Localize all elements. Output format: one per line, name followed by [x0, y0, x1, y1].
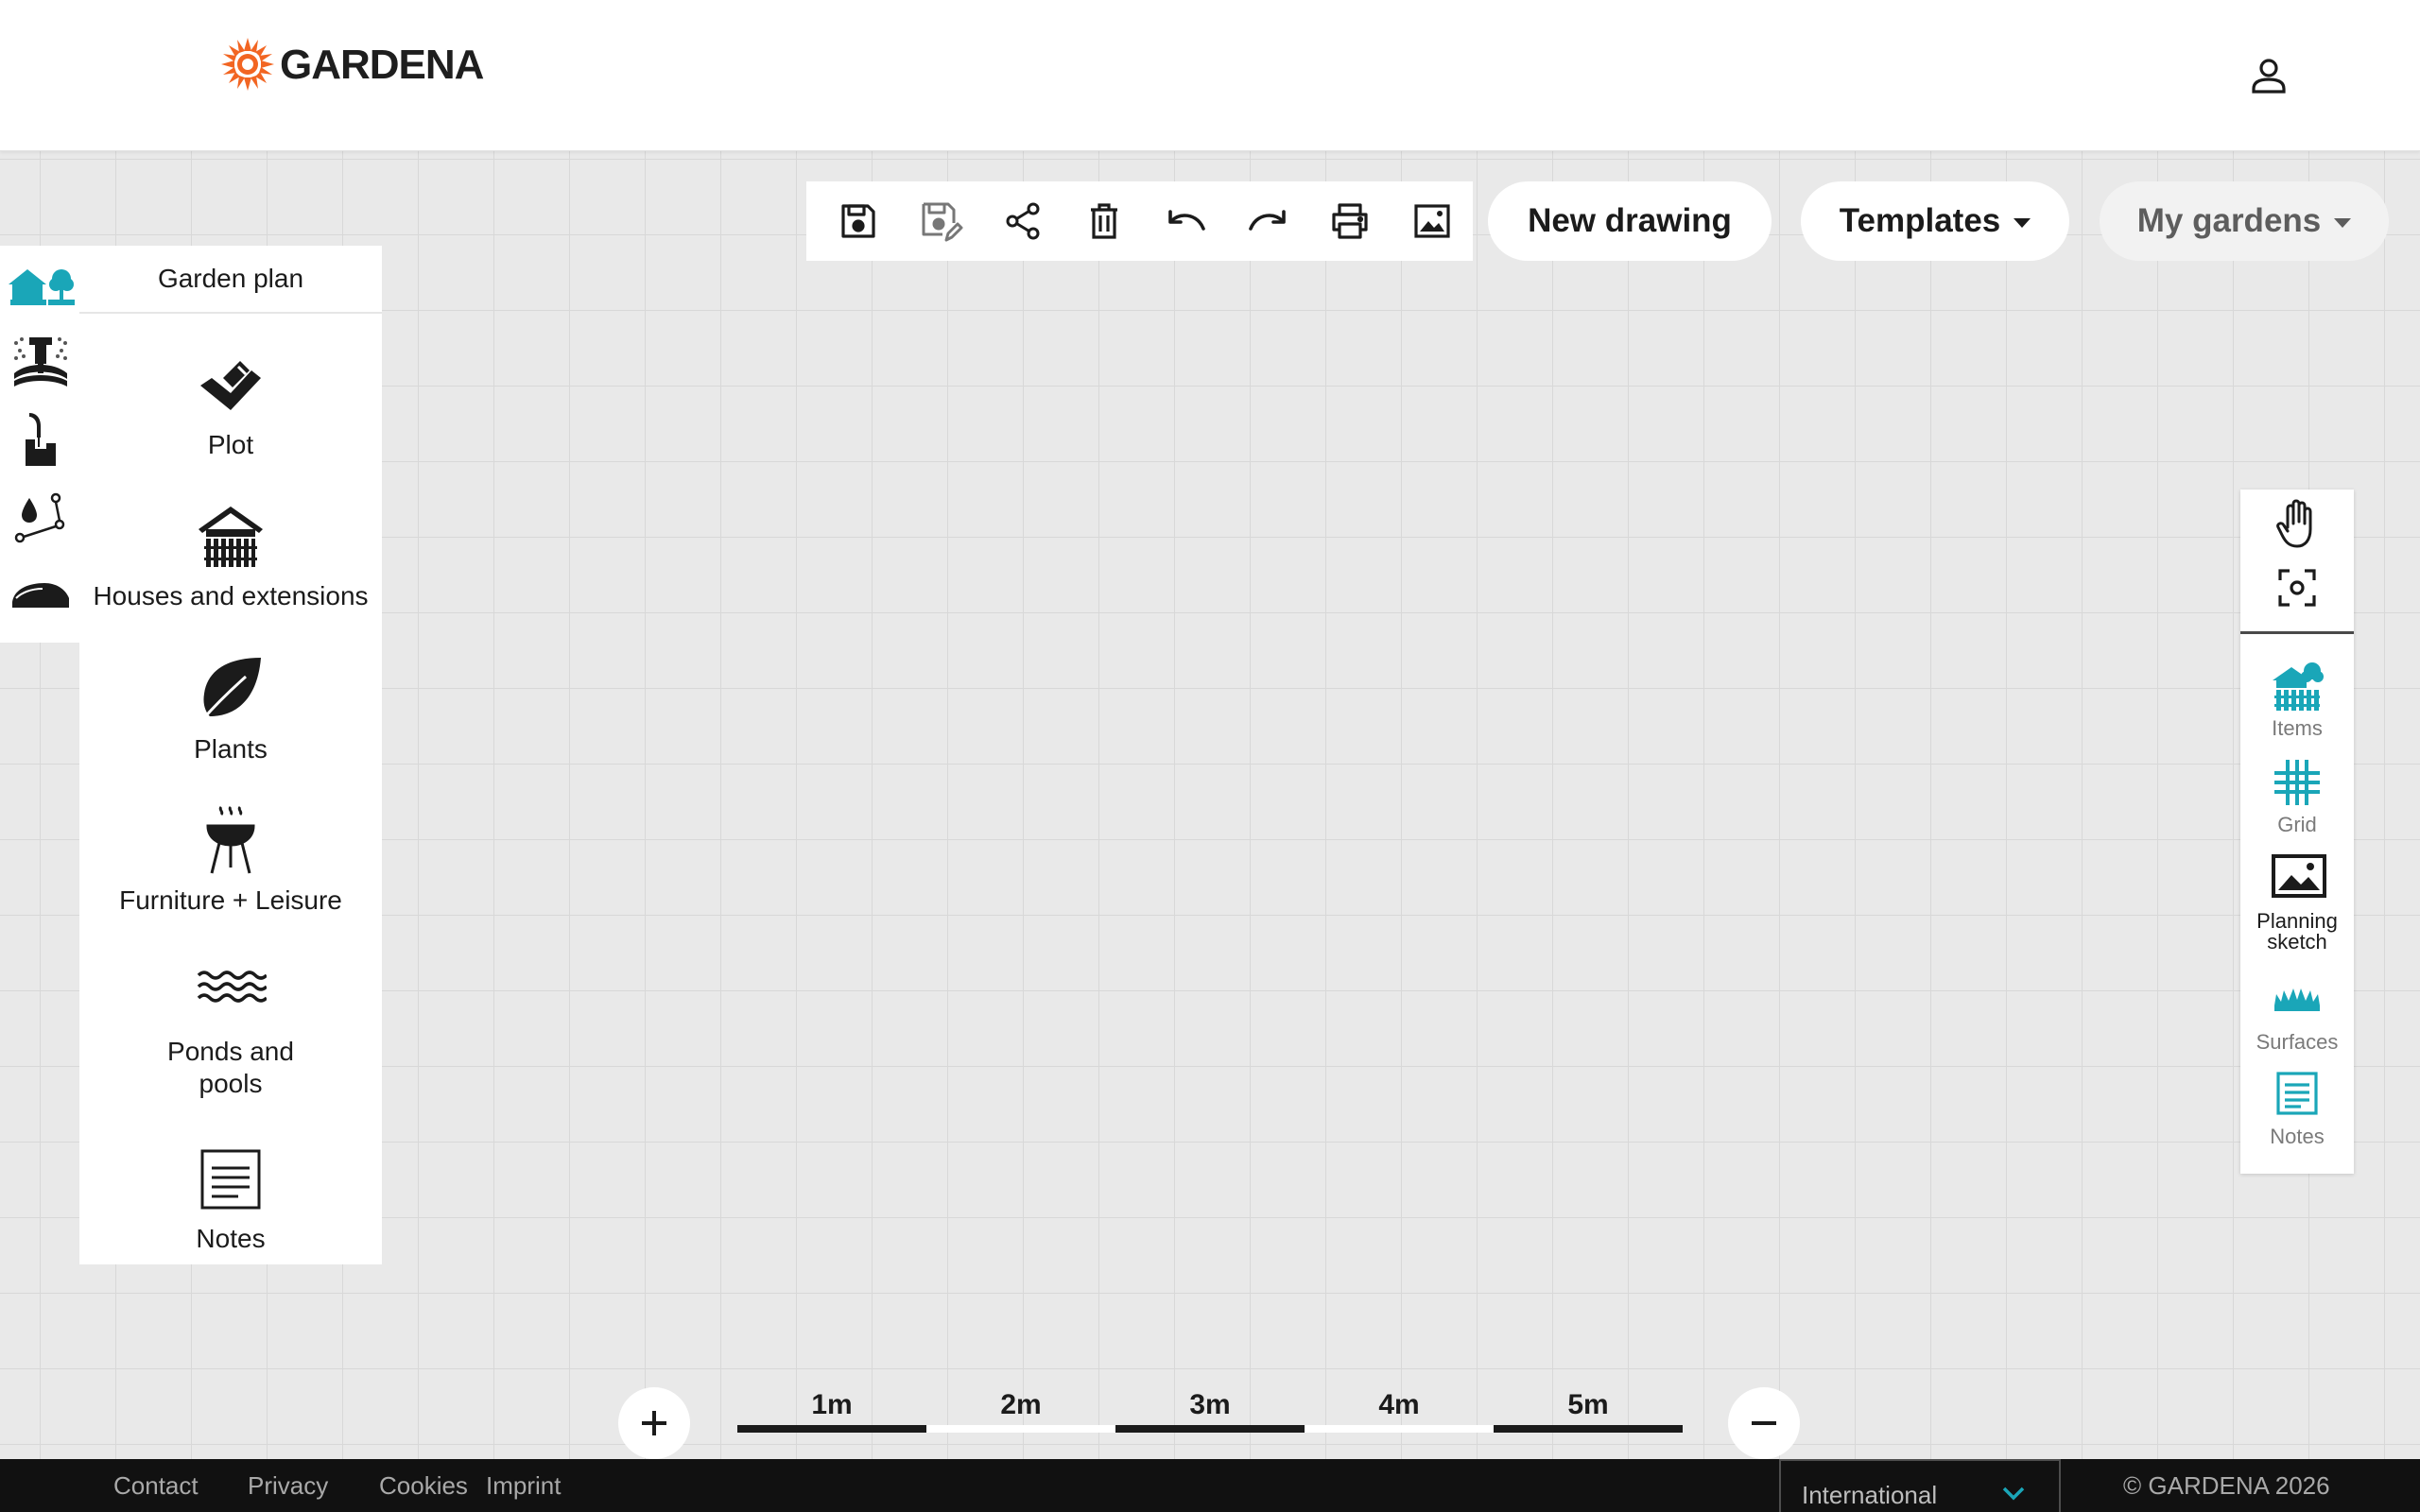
- scale-segment: [1494, 1425, 1683, 1433]
- scale-label: 5m: [1567, 1389, 1609, 1420]
- footer-link-contact[interactable]: Contact: [113, 1472, 199, 1499]
- region-select[interactable]: International: [1779, 1459, 2061, 1512]
- panel-divider: [2240, 631, 2354, 634]
- panel-item-label: Plants: [194, 734, 268, 764]
- right-item-surfaces[interactable]: Surfaces: [2240, 973, 2354, 1053]
- right-item-planning-sketch[interactable]: Planning sketch: [2240, 852, 2354, 953]
- caret-down-icon: [2334, 218, 2352, 228]
- zoom-in-button[interactable]: [618, 1387, 690, 1459]
- panel-item-label: Plot: [207, 430, 254, 459]
- image-export-icon[interactable]: [1391, 181, 1473, 261]
- focus-icon[interactable]: [2274, 565, 2320, 610]
- right-item-notes[interactable]: Notes: [2240, 1068, 2354, 1147]
- undo-icon[interactable]: [1146, 181, 1228, 261]
- panel-title: Garden plan: [79, 246, 382, 314]
- plot-icon: [195, 350, 267, 421]
- zoom-out-button[interactable]: [1728, 1387, 1800, 1459]
- scale-segment: [737, 1425, 926, 1433]
- panel-item-label: Ponds and pools: [167, 1037, 294, 1098]
- right-item-label: Planning sketch: [2256, 909, 2338, 954]
- grass-icon: [2271, 973, 2324, 1026]
- brand-name: GARDENA: [280, 42, 484, 88]
- scale-label: 4m: [1378, 1389, 1420, 1420]
- right-item-label: Items: [2272, 716, 2323, 740]
- region-label: International: [1802, 1481, 1938, 1509]
- minus-icon: [1749, 1408, 1779, 1438]
- scale-bar: 1m 2m 3m 4m 5m: [737, 1389, 1683, 1436]
- tap-icon[interactable]: [6, 406, 76, 472]
- garden-plan-panel: Garden plan Plot Houses and extensions P…: [79, 246, 382, 1264]
- view-tools-panel: Items Grid Planning sketch Surfaces Note…: [2240, 490, 2354, 1174]
- category-strip: [0, 246, 79, 643]
- panel-item-houses[interactable]: Houses and extensions: [79, 501, 382, 612]
- panel-item-plot[interactable]: Plot: [79, 350, 382, 461]
- leaf-icon: [195, 654, 267, 726]
- panel-item-furniture[interactable]: Furniture + Leisure: [79, 805, 382, 917]
- header: GARDENA: [0, 0, 2420, 151]
- note-icon: [195, 1143, 267, 1215]
- templates-dropdown[interactable]: Templates: [1801, 181, 2069, 261]
- hand-icon[interactable]: [2274, 499, 2320, 548]
- scale-label: 3m: [1189, 1389, 1231, 1420]
- new-drawing-label: New drawing: [1528, 202, 1732, 239]
- right-item-label: Surfaces: [2256, 1030, 2339, 1054]
- house-icon: [195, 501, 267, 573]
- my-gardens-dropdown[interactable]: My gardens: [2100, 181, 2389, 261]
- templates-label: Templates: [1839, 202, 2001, 239]
- panel-item-label: Notes: [196, 1224, 266, 1253]
- footer-link-privacy[interactable]: Privacy: [248, 1472, 328, 1499]
- user-icon[interactable]: [2246, 53, 2291, 98]
- save-icon[interactable]: [818, 181, 900, 261]
- new-drawing-button[interactable]: New drawing: [1488, 181, 1772, 261]
- scale-segment: [926, 1425, 1115, 1433]
- note-icon: [2271, 1068, 2324, 1121]
- copyright: © GARDENA 2026: [2123, 1471, 2330, 1500]
- trash-icon[interactable]: [1063, 181, 1146, 261]
- drip-irrigation-icon[interactable]: [6, 484, 76, 550]
- drawing-toolbar: [806, 181, 1473, 261]
- panel-item-label: Furniture + Leisure: [119, 885, 342, 915]
- grill-icon: [195, 805, 267, 877]
- footer: Contact Privacy Cookies Imprint Internat…: [0, 1459, 2420, 1512]
- scale-label: 2m: [1000, 1389, 1042, 1420]
- grid-icon: [2271, 756, 2324, 809]
- garden-plan-icon[interactable]: [6, 253, 76, 319]
- footer-link-cookies[interactable]: Cookies: [379, 1472, 468, 1499]
- scale-label: 1m: [811, 1389, 853, 1420]
- waves-icon: [195, 956, 267, 1028]
- picture-icon: [2271, 852, 2326, 905]
- sprinkler-icon[interactable]: [6, 329, 76, 395]
- right-item-grid[interactable]: Grid: [2240, 756, 2354, 835]
- scale-segment: [1305, 1425, 1494, 1433]
- items-icon: [2271, 660, 2324, 713]
- panel-item-plants[interactable]: Plants: [79, 654, 382, 765]
- print-icon[interactable]: [1309, 181, 1392, 261]
- right-item-label: Notes: [2270, 1125, 2325, 1148]
- right-item-items[interactable]: Items: [2240, 660, 2354, 739]
- plus-icon: [639, 1408, 669, 1438]
- robotic-mower-icon[interactable]: [6, 561, 76, 627]
- redo-icon[interactable]: [1227, 181, 1309, 261]
- panel-item-label: Houses and extensions: [93, 581, 369, 610]
- caret-down-icon: [2014, 218, 2031, 228]
- chevron-down-icon: [2002, 1486, 2025, 1501]
- panel-item-ponds[interactable]: Ponds and pools: [79, 956, 382, 1100]
- right-item-label: Grid: [2277, 813, 2317, 836]
- gardena-logo-icon: [219, 36, 276, 93]
- scale-segment: [1115, 1425, 1305, 1433]
- share-icon[interactable]: [981, 181, 1063, 261]
- my-gardens-label: My gardens: [2136, 202, 2322, 239]
- panel-item-notes[interactable]: Notes: [79, 1143, 382, 1255]
- footer-link-imprint[interactable]: Imprint: [486, 1472, 561, 1499]
- save-as-icon[interactable]: [900, 181, 982, 261]
